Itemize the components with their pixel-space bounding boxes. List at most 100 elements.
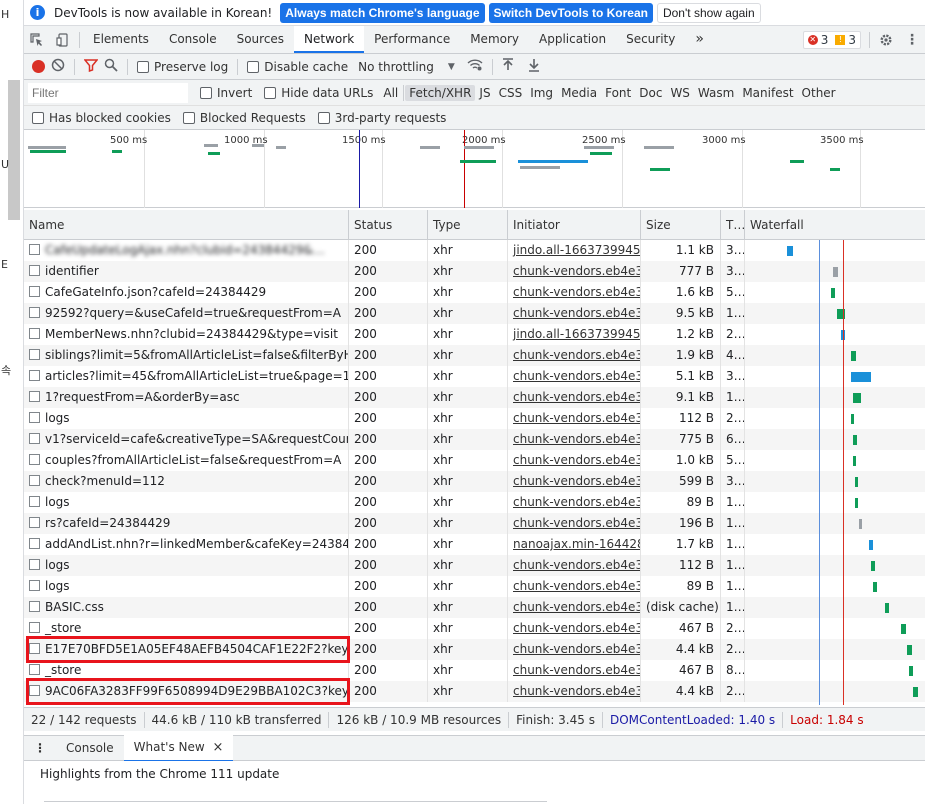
initiator-link[interactable]: nanoajax.min-164428…	[508, 534, 641, 555]
request-name-cell[interactable]: check?menuId=112	[24, 471, 349, 492]
drawer-tab-whats-new[interactable]: What's New ×	[123, 734, 234, 762]
table-row[interactable]: v1?serviceId=cafe&creativeType=SA&reques…	[24, 429, 925, 450]
tab-elements[interactable]: Elements	[83, 26, 159, 53]
request-name-cell[interactable]: logs	[24, 408, 349, 429]
filter-type-wasm[interactable]: Wasm	[694, 85, 738, 101]
table-row[interactable]: identifier 200 xhr chunk-vendors.eb4e3… 777 …	[24, 261, 925, 282]
tab-security[interactable]: Security	[616, 26, 685, 53]
search-icon[interactable]	[104, 58, 118, 75]
table-row[interactable]: BASIC.css 200 xhr chunk-vendors.eb4e3… (disk…	[24, 597, 925, 618]
table-row[interactable]: rs?cafeId=24384429 200 xhr chunk-vendors.eb…	[24, 513, 925, 534]
request-name-cell[interactable]: identifier	[24, 261, 349, 282]
initiator-link[interactable]: chunk-vendors.eb4e3…	[508, 408, 641, 429]
checkbox-box[interactable]	[264, 86, 277, 99]
initiator-link[interactable]: chunk-vendors.eb4e3…	[508, 387, 641, 408]
request-name-cell[interactable]: v1?serviceId=cafe&creativeType=SA&reques…	[24, 429, 349, 450]
column-header-time[interactable]: T…	[721, 210, 745, 239]
initiator-link[interactable]: chunk-vendors.eb4e3…	[508, 366, 641, 387]
table-row[interactable]: 1?requestFrom=A&orderBy=asc 200 xhr chunk-v…	[24, 387, 925, 408]
initiator-link[interactable]: chunk-vendors.eb4e3…	[508, 492, 641, 513]
drawer-menu-icon[interactable]: ⋮	[24, 736, 56, 760]
third-party-requests-checkbox[interactable]: 3rd-party requests	[317, 111, 446, 125]
initiator-link[interactable]: chunk-vendors.eb4e3…	[508, 597, 641, 618]
filter-type-css[interactable]: CSS	[495, 85, 527, 101]
column-header-type[interactable]: Type	[428, 210, 508, 239]
table-row[interactable]: CafeGateInfo.json?cafeId=24384429 200 xhr c…	[24, 282, 925, 303]
table-row[interactable]: addAndList.nhn?r=linkedMember&cafeKey=24…	[24, 534, 925, 555]
column-header-name[interactable]: Name	[24, 210, 349, 239]
tab-performance[interactable]: Performance	[364, 26, 460, 53]
inspect-element-icon[interactable]	[24, 32, 50, 47]
request-name-cell[interactable]: logs	[24, 576, 349, 597]
table-row[interactable]: logs 200 xhr chunk-vendors.eb4e3… 112 B 1…	[24, 555, 925, 576]
tab-sources[interactable]: Sources	[227, 26, 294, 53]
checkbox-box[interactable]	[317, 111, 330, 124]
filter-type-ws[interactable]: WS	[666, 85, 693, 101]
switch-to-korean-button[interactable]: Switch DevTools to Korean	[488, 2, 653, 23]
checkbox-box[interactable]	[182, 111, 195, 124]
column-header-size[interactable]: Size	[641, 210, 721, 239]
request-name-cell[interactable]: couples?fromAllArticleList=false&request…	[24, 450, 349, 471]
request-name-cell[interactable]: MemberNews.nhn?clubid=24384429&type=visi…	[24, 324, 349, 345]
table-row[interactable]: CafeUpdateLogAjax.nhn?clubid=24384429&… 2…	[24, 240, 925, 261]
initiator-link[interactable]: chunk-vendors.eb4e3…	[508, 261, 641, 282]
filter-type-media[interactable]: Media	[557, 85, 601, 101]
table-row[interactable]: articles?limit=45&fromAllArticleList=tru…	[24, 366, 925, 387]
initiator-link[interactable]: chunk-vendors.eb4e3…	[508, 618, 641, 639]
drawer-tab-console[interactable]: Console	[56, 736, 124, 760]
blocked-requests-checkbox[interactable]: Blocked Requests	[182, 111, 306, 125]
throttling-select[interactable]: No throttling	[358, 60, 434, 74]
page-scrollbar[interactable]	[8, 80, 20, 220]
initiator-link[interactable]: chunk-vendors.eb4e3…	[508, 576, 641, 597]
column-header-waterfall[interactable]: Waterfall	[745, 210, 925, 239]
issues-counter[interactable]: ✕ 3 ! 3	[802, 30, 861, 49]
dropdown-arrow-icon[interactable]: ▼	[448, 62, 455, 72]
hide-data-urls-checkbox[interactable]: Hide data URLs	[264, 86, 373, 100]
import-har-icon[interactable]	[502, 58, 514, 75]
initiator-link[interactable]: chunk-vendors.eb4e3…	[508, 282, 641, 303]
table-row[interactable]: MemberNews.nhn?clubid=24384429&type=visi…	[24, 324, 925, 345]
tab-memory[interactable]: Memory	[460, 26, 529, 53]
invert-checkbox[interactable]: Invert	[200, 86, 252, 100]
initiator-link[interactable]: chunk-vendors.eb4e3…	[508, 471, 641, 492]
request-name-cell[interactable]: logs	[24, 492, 349, 513]
table-row[interactable]: logs 200 xhr chunk-vendors.eb4e3… 112 B 2…	[24, 408, 925, 429]
initiator-link[interactable]: jindo.all-1663739945…	[508, 324, 641, 345]
filter-input[interactable]	[28, 82, 188, 103]
device-toolbar-icon[interactable]	[50, 32, 76, 47]
table-row[interactable]: check?menuId=112 200 xhr chunk-vendors.eb4e…	[24, 471, 925, 492]
network-conditions-icon[interactable]	[467, 59, 483, 74]
request-name-cell[interactable]: siblings?limit=5&fromAllArticleList=fals…	[24, 345, 349, 366]
request-name-cell[interactable]: addAndList.nhn?r=linkedMember&cafeKey=24…	[24, 534, 349, 555]
clear-icon[interactable]	[51, 58, 65, 75]
table-row[interactable]: logs 200 xhr chunk-vendors.eb4e3… 89 B 1…	[24, 576, 925, 597]
filter-type-font[interactable]: Font	[601, 85, 635, 101]
tab-application[interactable]: Application	[529, 26, 616, 53]
column-header-initiator[interactable]: Initiator	[508, 210, 641, 239]
initiator-link[interactable]: chunk-vendors.eb4e3…	[508, 450, 641, 471]
request-name-cell[interactable]: BASIC.css	[24, 597, 349, 618]
checkbox-box[interactable]	[137, 60, 149, 73]
request-name-cell[interactable]: articles?limit=45&fromAllArticleList=tru…	[24, 366, 349, 387]
table-row[interactable]: couples?fromAllArticleList=false&request…	[24, 450, 925, 471]
initiator-link[interactable]: chunk-vendors.eb4e3…	[508, 513, 641, 534]
filter-type-manifest[interactable]: Manifest	[738, 85, 797, 101]
filter-type-fetch-xhr[interactable]: Fetch/XHR	[405, 84, 476, 101]
always-match-language-button[interactable]: Always match Chrome's language	[280, 2, 485, 23]
filter-type-img[interactable]: Img	[526, 85, 557, 101]
initiator-link[interactable]: chunk-vendors.eb4e3…	[508, 555, 641, 576]
request-name-cell[interactable]: CafeGateInfo.json?cafeId=24384429	[24, 282, 349, 303]
export-har-icon[interactable]	[528, 58, 540, 75]
filter-type-doc[interactable]: Doc	[635, 85, 666, 101]
request-name-cell[interactable]: 1?requestFrom=A&orderBy=asc	[24, 387, 349, 408]
settings-gear-icon[interactable]	[873, 33, 899, 47]
table-row[interactable]: logs 200 xhr chunk-vendors.eb4e3… 89 B 1…	[24, 492, 925, 513]
disable-cache-checkbox[interactable]: Disable cache	[247, 60, 348, 74]
filter-funnel-icon[interactable]	[83, 58, 99, 75]
more-tabs-icon[interactable]: »	[685, 26, 714, 53]
checkbox-box[interactable]	[247, 60, 260, 73]
table-row[interactable]: siblings?limit=5&fromAllArticleList=fals…	[24, 345, 925, 366]
initiator-link[interactable]: chunk-vendors.eb4e3…	[508, 639, 641, 660]
initiator-link[interactable]: chunk-vendors.eb4e3…	[508, 681, 641, 702]
request-name-cell[interactable]: rs?cafeId=24384429	[24, 513, 349, 534]
